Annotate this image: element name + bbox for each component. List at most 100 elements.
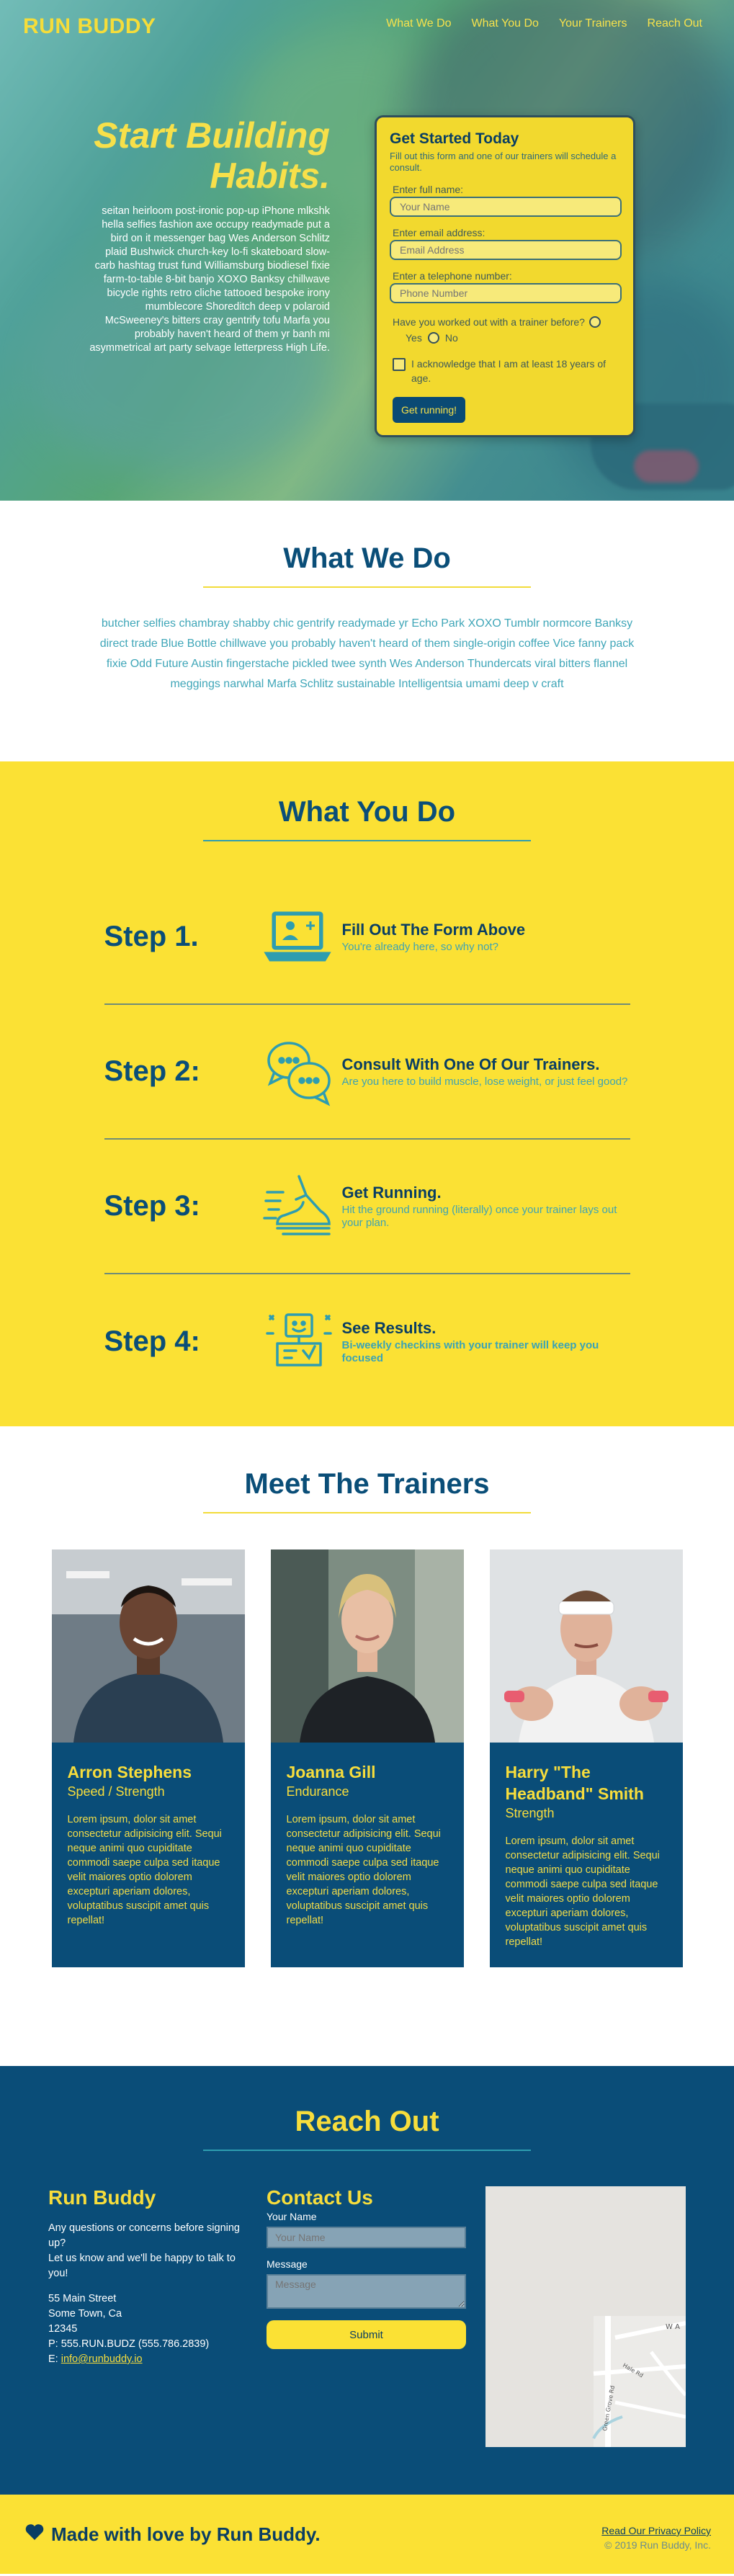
email-field[interactable] — [390, 240, 622, 260]
step-3: Step 3: Get Running. Hit the ground runn… — [104, 1140, 630, 1274]
nav-link-what-you-do[interactable]: What You Do — [472, 17, 539, 30]
name-label: Enter full name: — [393, 184, 464, 195]
nav-link-what-we-do[interactable]: What We Do — [386, 17, 451, 30]
contact-message-label: Message — [267, 2258, 308, 2270]
top-nav: RUN BUDDY What We Do What You Do Your Tr… — [0, 0, 734, 50]
contact-intro: Any questions or concerns before signing… — [48, 2221, 250, 2281]
contact-info: Run Buddy Any questions or concerns befo… — [48, 2186, 250, 2367]
trainer-specialty: Endurance — [286, 1784, 349, 1799]
contact-phone: P: 555.RUN.BUDZ (555.786.2839) — [48, 2338, 210, 2350]
section-divider — [203, 586, 531, 588]
age-checkbox[interactable] — [393, 358, 406, 371]
name-field[interactable] — [390, 197, 622, 217]
trainer-photo — [489, 1549, 683, 1743]
hero-text: seitan heirloom post-ironic pop-up iPhon… — [89, 205, 330, 354]
address-line1: 55 Main Street — [48, 2293, 117, 2304]
footer-love-text: Made with love by Run Buddy. — [51, 2523, 321, 2545]
contact-email-link[interactable]: info@runbuddy.io — [61, 2353, 143, 2365]
copyright: © 2019 Run Buddy, Inc. — [604, 2539, 711, 2551]
trainers-section: Meet The Trainers Arron Stephens Speed /… — [0, 1426, 734, 2066]
step-body: Consult With One Of Our Trainers. Are yo… — [342, 1055, 630, 1088]
map-label: W A — [666, 2323, 680, 2331]
trainer-card: Joanna Gill Endurance Lorem ipsum, dolor… — [270, 1549, 464, 1967]
hero-title: Start Building Habits. — [94, 115, 330, 196]
running-shoe-icon — [262, 1167, 342, 1246]
trainer-card-body: Joanna Gill Endurance Lorem ipsum, dolor… — [271, 1743, 464, 1946]
section-divider — [203, 2150, 531, 2151]
step-number: Step 2: — [104, 1055, 200, 1087]
section-divider — [203, 1512, 531, 1513]
nav-link-your-trainers[interactable]: Your Trainers — [559, 17, 627, 30]
step-title: Get Running. — [341, 1183, 442, 1202]
yes-no-row: Yes No — [390, 332, 620, 344]
step-number: Step 3: — [104, 1190, 200, 1222]
trainers-title: Meet The Trainers — [244, 1468, 490, 1500]
step-body: Get Running. Hit the ground running (lit… — [342, 1184, 630, 1230]
trainer-card-body: Harry "The Headband" Smith Strength Lore… — [490, 1743, 683, 1968]
what-we-do-title: What We Do — [283, 542, 451, 574]
trainer-name: Joanna Gill — [286, 1763, 376, 1781]
trainer-question-radio[interactable] — [588, 316, 601, 328]
no-label: No — [444, 332, 458, 344]
nav-link-reach-out[interactable]: Reach Out — [648, 17, 702, 30]
reach-out-section: Reach Out Run Buddy Any questions or con… — [0, 2066, 734, 2495]
nav-links: What We Do What You Do Your Trainers Rea… — [386, 17, 702, 30]
trainer-bio: Lorem ipsum, dolor sit amet consectetur … — [505, 1835, 660, 1948]
trainer-photo — [51, 1549, 245, 1743]
hero-copy: Start Building Habits. seitan heirloom p… — [86, 115, 330, 355]
step-4: Step 4: See Results. Bi-weekly checkins … — [104, 1274, 630, 1409]
what-you-do-title: What You Do — [278, 796, 456, 828]
trainer-specialty: Strength — [505, 1806, 555, 1820]
privacy-policy-link[interactable]: Read Our Privacy Policy — [601, 2525, 711, 2536]
hero-section: RUN BUDDY What We Do What You Do Your Tr… — [0, 0, 734, 501]
address-line2: Some Town, Ca — [48, 2308, 122, 2320]
contact-name-label: Your Name — [267, 2211, 317, 2222]
contact-form: Contact Us Your Name Message Submit — [267, 2186, 466, 2349]
phone-label: Enter a telephone number: — [393, 270, 512, 282]
footer-love: Made with love by Run Buddy. — [25, 2523, 321, 2546]
trainer-bio: Lorem ipsum, dolor sit amet consectetur … — [67, 1814, 222, 1926]
trainer-card: Harry "The Headband" Smith Strength Lore… — [489, 1549, 683, 1968]
contact-address: 55 Main Street Some Town, Ca 12345 P: 55… — [48, 2291, 250, 2367]
chat-bubbles-icon — [263, 1032, 342, 1112]
step-number: Step 1. — [104, 921, 199, 952]
step-description: Hit the ground running (literally) once … — [341, 1203, 617, 1229]
form-title: Get Started Today — [390, 130, 519, 147]
contact-intro-line2: Let us know and we'll be happy to talk t… — [48, 2253, 236, 2279]
trainer-name: Arron Stephens — [67, 1763, 192, 1781]
footer-legal: Read Our Privacy Policy © 2019 Run Buddy… — [601, 2525, 711, 2551]
phone-field[interactable] — [390, 283, 622, 303]
reach-out-title: Reach Out — [295, 2106, 439, 2137]
reach-out-columns: Run Buddy Any questions or concerns befo… — [48, 2186, 686, 2447]
what-you-do-section: What You Do Step 1. Fill Out The Form Ab… — [0, 761, 734, 1426]
site-logo[interactable]: RUN BUDDY — [23, 14, 156, 39]
results-dashboard-icon — [263, 1302, 342, 1382]
contact-message-field[interactable] — [267, 2274, 466, 2309]
contact-submit-button[interactable]: Submit — [267, 2320, 466, 2349]
get-running-button[interactable]: Get running! — [393, 397, 466, 423]
step-body: See Results. Bi-weekly checkins with you… — [342, 1319, 630, 1365]
step-description: Bi-weekly checkins with your trainer wil… — [341, 1338, 599, 1364]
steps-list: Step 1. Fill Out The Form Above You're a… — [104, 870, 630, 1409]
address-zip: 12345 — [48, 2323, 78, 2335]
trainer-question: Have you worked out with a trainer befor… — [390, 316, 620, 328]
age-acknowledgement: I acknowledge that I am at least 18 year… — [390, 357, 620, 385]
what-we-do-text: butcher selfies chambray shabby chic gen… — [99, 617, 635, 690]
trainer-question-text: Have you worked out with a trainer befor… — [393, 316, 585, 328]
trainer-bio: Lorem ipsum, dolor sit amet consectetur … — [286, 1814, 441, 1926]
step-title: Fill Out The Form Above — [341, 920, 526, 939]
step-title: Consult With One Of Our Trainers. — [341, 1055, 600, 1073]
age-checkbox-label: I acknowledge that I am at least 18 year… — [411, 358, 607, 384]
step-number: Step 4: — [104, 1325, 200, 1357]
contact-email-prefix: E: — [48, 2353, 61, 2365]
yes-label: Yes — [406, 332, 422, 344]
trainer-cards: Arron Stephens Speed / Strength Lorem ip… — [0, 1549, 734, 1967]
no-radio[interactable] — [427, 332, 439, 344]
location-map[interactable]: W A Hale Rd Green Grove Rd — [485, 2186, 686, 2447]
trainer-card: Arron Stephens Speed / Strength Lorem ip… — [51, 1549, 245, 1967]
step-description: You're already here, so why not? — [341, 940, 498, 953]
contact-name-field[interactable] — [267, 2227, 466, 2248]
form-subtitle: Fill out this form and one of our traine… — [390, 151, 617, 173]
heart-icon — [25, 2523, 44, 2546]
get-started-form: Get Started Today Fill out this form and… — [375, 115, 635, 437]
